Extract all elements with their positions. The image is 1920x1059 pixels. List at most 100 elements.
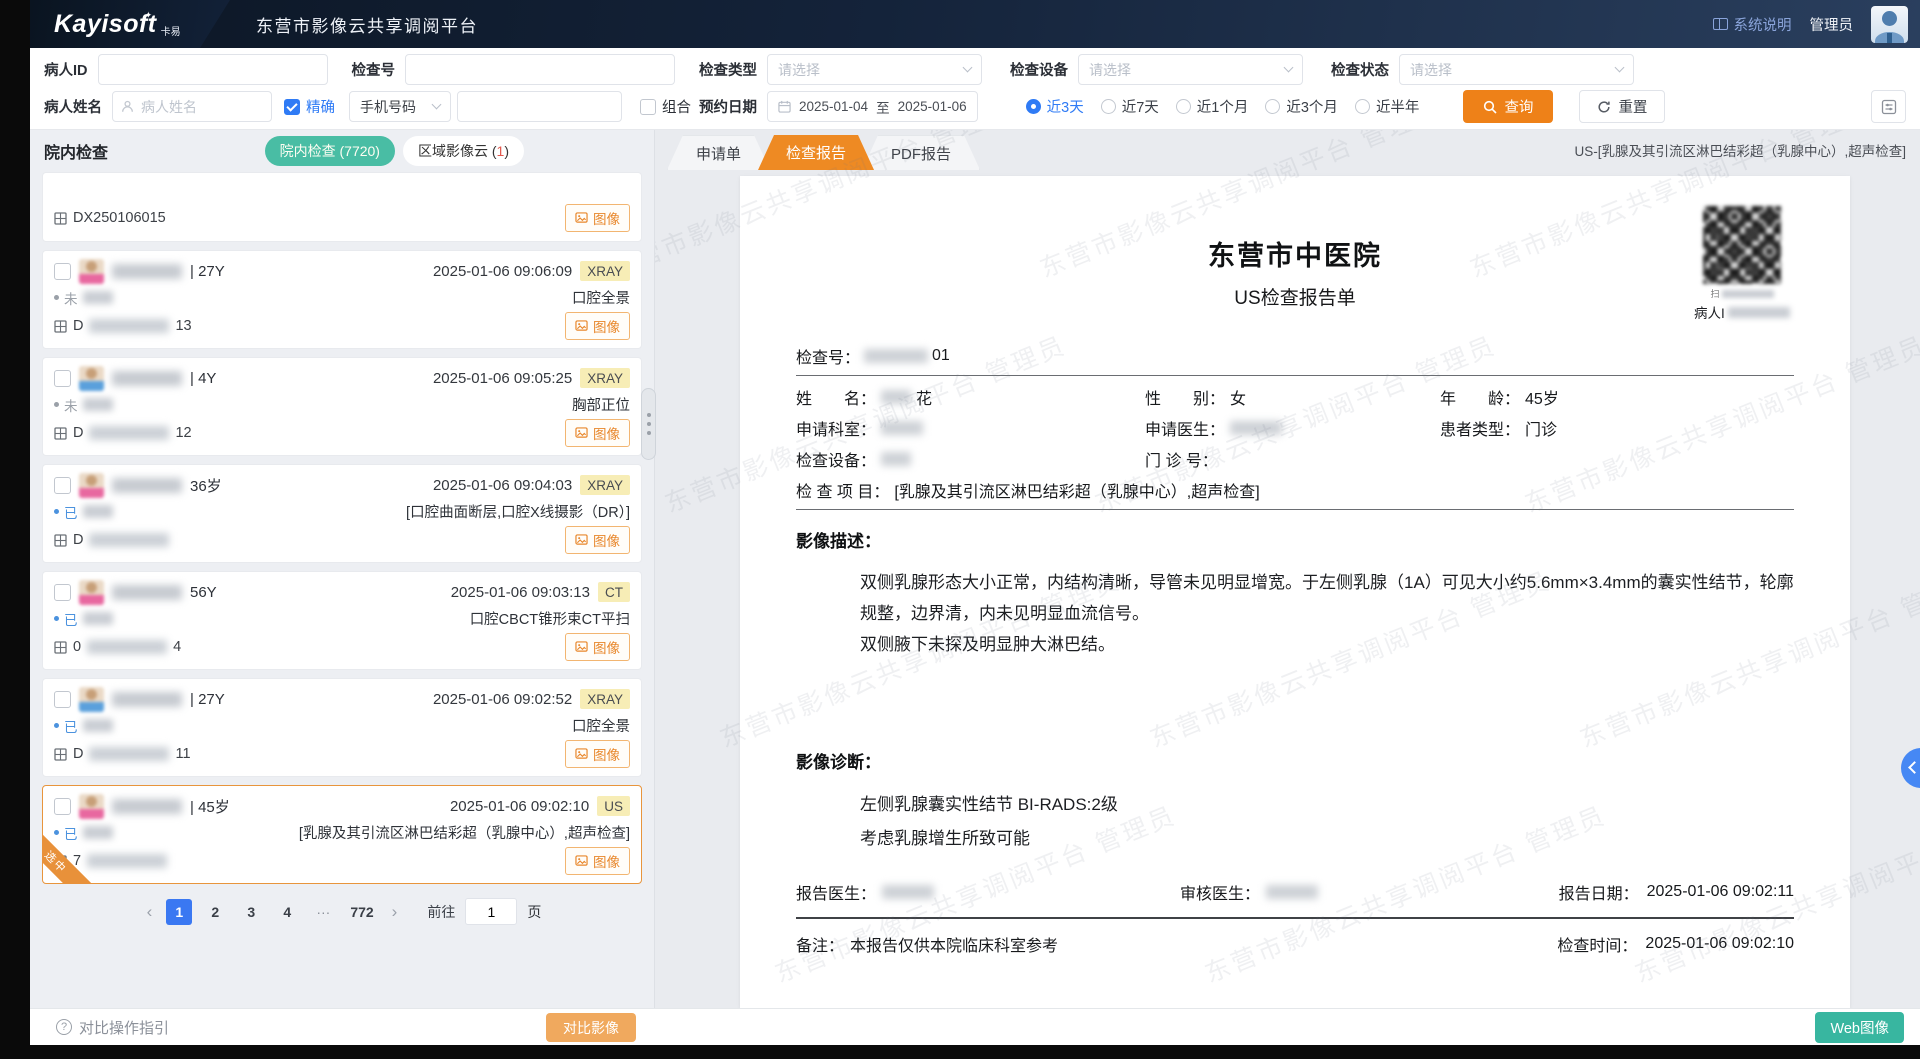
exam-checkbox[interactable] — [54, 263, 71, 280]
exam-list-item[interactable]: 36岁 2025-01-06 09:04:03 XRAY 已 [口腔曲面断层,口… — [42, 464, 642, 563]
exam-checkbox[interactable] — [54, 370, 71, 387]
content-area: 院内检查 院内检查 (7720) 区域影像云 (1) DX250106015 — [30, 130, 1920, 1008]
quick-range-option[interactable]: 近7天 — [1101, 96, 1159, 117]
quick-range-label: 近3个月 — [1286, 96, 1338, 117]
grid-icon — [54, 534, 67, 547]
report-date-value: 2025-01-06 09:02:11 — [1647, 883, 1794, 901]
status-dot-icon — [54, 402, 59, 407]
logo-text: Kayisoft — [54, 10, 157, 39]
quick-range-option[interactable]: 近3天 — [1026, 96, 1084, 117]
page-button[interactable]: 4 — [274, 899, 300, 925]
username-label[interactable]: 管理员 — [1810, 14, 1854, 35]
image-button[interactable]: 图像 — [565, 526, 630, 554]
avatar[interactable] — [1871, 6, 1908, 43]
exam-no-input[interactable] — [405, 54, 675, 85]
date-range-picker[interactable]: 2025-01-04 至 2025-01-06 — [767, 91, 978, 122]
device-select[interactable]: 请选择 — [1078, 54, 1303, 85]
exam-checkbox[interactable] — [54, 691, 71, 708]
tab-pdf-report[interactable]: PDF报告 — [862, 135, 980, 170]
goto-page-input[interactable] — [465, 898, 517, 925]
quick-range-label: 近1个月 — [1197, 96, 1249, 117]
device-redacted — [881, 452, 911, 466]
page-button[interactable]: 1 — [166, 899, 192, 925]
exam-datetime: 2025-01-06 09:06:09 — [433, 263, 572, 280]
search-button[interactable]: 查询 — [1463, 90, 1553, 123]
exam-checkbox[interactable] — [54, 798, 71, 815]
grid-icon — [54, 427, 67, 440]
status-label: 检查状态 — [1331, 59, 1389, 80]
patient-id-input[interactable] — [98, 54, 328, 85]
patient-name-redacted — [112, 799, 182, 814]
web-image-button[interactable]: Web图像 — [1815, 1012, 1904, 1043]
exam-checkbox[interactable] — [54, 477, 71, 494]
radio-icon — [1026, 99, 1041, 114]
pagination: ‹ 1234···772 › 前往 页 — [30, 898, 654, 925]
image-button[interactable]: 图像 — [565, 847, 630, 875]
layout-toggle-button[interactable] — [1871, 90, 1906, 123]
system-help-link[interactable]: 系统说明 — [1713, 14, 1792, 35]
image-button[interactable]: 图像 — [565, 204, 630, 232]
phone-field-select[interactable]: 手机号码 — [349, 91, 451, 122]
tab-hospital-exams[interactable]: 院内检查 (7720) — [265, 136, 395, 166]
tab-exam-report[interactable]: 检查报告 — [758, 135, 874, 170]
divider — [796, 375, 1794, 376]
status-select[interactable]: 请选择 — [1399, 54, 1634, 85]
exam-checkbox[interactable] — [54, 584, 71, 601]
exam-list-item[interactable]: | 4Y 2025-01-06 09:05:25 XRAY 未 胸部正位 D12… — [42, 357, 642, 456]
page-button[interactable]: 3 — [238, 899, 264, 925]
exam-list-item[interactable]: | 27Y 2025-01-06 09:02:52 XRAY 已 口腔全景 D1… — [42, 678, 642, 777]
hospital-name: 东营市中医院 — [796, 234, 1794, 273]
report-subtitle: US检查报告单 — [796, 283, 1794, 310]
exam-list-item[interactable]: | 27Y 2025-01-06 09:06:09 XRAY 未 口腔全景 D1… — [42, 250, 642, 349]
image-icon — [575, 534, 588, 546]
image-button[interactable]: 图像 — [565, 419, 630, 447]
phone-input[interactable] — [457, 91, 622, 122]
compare-guide-link[interactable]: 对比操作指引 — [56, 1017, 169, 1038]
exam-description: [口腔曲面断层,口腔X线摄影（DR）] — [406, 501, 630, 522]
grid-icon — [54, 855, 67, 868]
date-to: 2025-01-06 — [898, 99, 967, 114]
exam-description: 口腔全景 — [572, 287, 630, 308]
refresh-icon — [1597, 100, 1611, 114]
image-button[interactable]: 图像 — [565, 312, 630, 340]
tab-regional-cloud[interactable]: 区域影像云 (1) — [403, 136, 524, 166]
patient-name-input[interactable] — [112, 91, 272, 122]
quick-range-option[interactable]: 近1个月 — [1176, 96, 1249, 117]
system-help-label: 系统说明 — [1734, 14, 1792, 35]
exam-list-item-partial[interactable]: DX250106015 图像 — [42, 172, 642, 242]
radio-icon — [1355, 99, 1370, 114]
next-page-button[interactable]: › — [388, 902, 402, 922]
quick-range-option[interactable]: 近半年 — [1355, 96, 1420, 117]
combine-label: 组合 — [662, 96, 691, 117]
prev-page-button[interactable]: ‹ — [143, 902, 157, 922]
exam-list-item[interactable]: | 45岁 2025-01-06 09:02:10 US 已 [乳腺及其引流区淋… — [42, 785, 642, 884]
exam-id: D13 — [54, 318, 192, 334]
grid-icon — [54, 212, 67, 225]
page-button[interactable]: 772 — [346, 899, 377, 925]
read-status: 已 — [54, 502, 113, 522]
app-window: Kayisoft✦卡易 东营市影像云共享调阅平台 系统说明 管理员 病人ID 检… — [30, 0, 1920, 1045]
compare-images-button[interactable]: 对比影像 — [546, 1013, 636, 1042]
image-button[interactable]: 图像 — [565, 633, 630, 661]
manual-icon — [1713, 18, 1728, 30]
tab-request-form[interactable]: 申请单 — [667, 135, 770, 170]
search-icon — [1483, 100, 1497, 114]
reset-button[interactable]: 重置 — [1579, 90, 1665, 123]
report-description-line: 双侧乳腺形态大小正常，内结构清晰，导管未见明显增宽。于左侧乳腺（1A）可见大小约… — [860, 567, 1794, 629]
exact-checkbox[interactable] — [284, 99, 300, 115]
quick-range-option[interactable]: 近3个月 — [1265, 96, 1338, 117]
report-panel: 东营市影像云共享调阅平台 管理员东营市影像云共享调阅平台 管理员东营市影像云共享… — [655, 130, 1920, 1008]
exam-id-redacted — [89, 533, 169, 547]
status-redacted — [83, 291, 113, 304]
name-redacted — [881, 390, 911, 404]
qr-hint-prefix: 扫 — [1710, 287, 1719, 300]
status-dot-icon — [54, 723, 59, 728]
patient-avatar — [79, 794, 104, 819]
exam-type-select[interactable]: 请选择 — [767, 54, 982, 85]
page-button[interactable]: 2 — [202, 899, 228, 925]
exam-sidebar: 院内检查 院内检查 (7720) 区域影像云 (1) DX250106015 — [30, 130, 655, 1008]
panel-resize-handle[interactable] — [641, 388, 656, 460]
exam-list-item[interactable]: 56Y 2025-01-06 09:03:13 CT 已 口腔CBCT锥形束CT… — [42, 571, 642, 670]
image-button[interactable]: 图像 — [565, 740, 630, 768]
combine-checkbox[interactable] — [640, 99, 656, 115]
